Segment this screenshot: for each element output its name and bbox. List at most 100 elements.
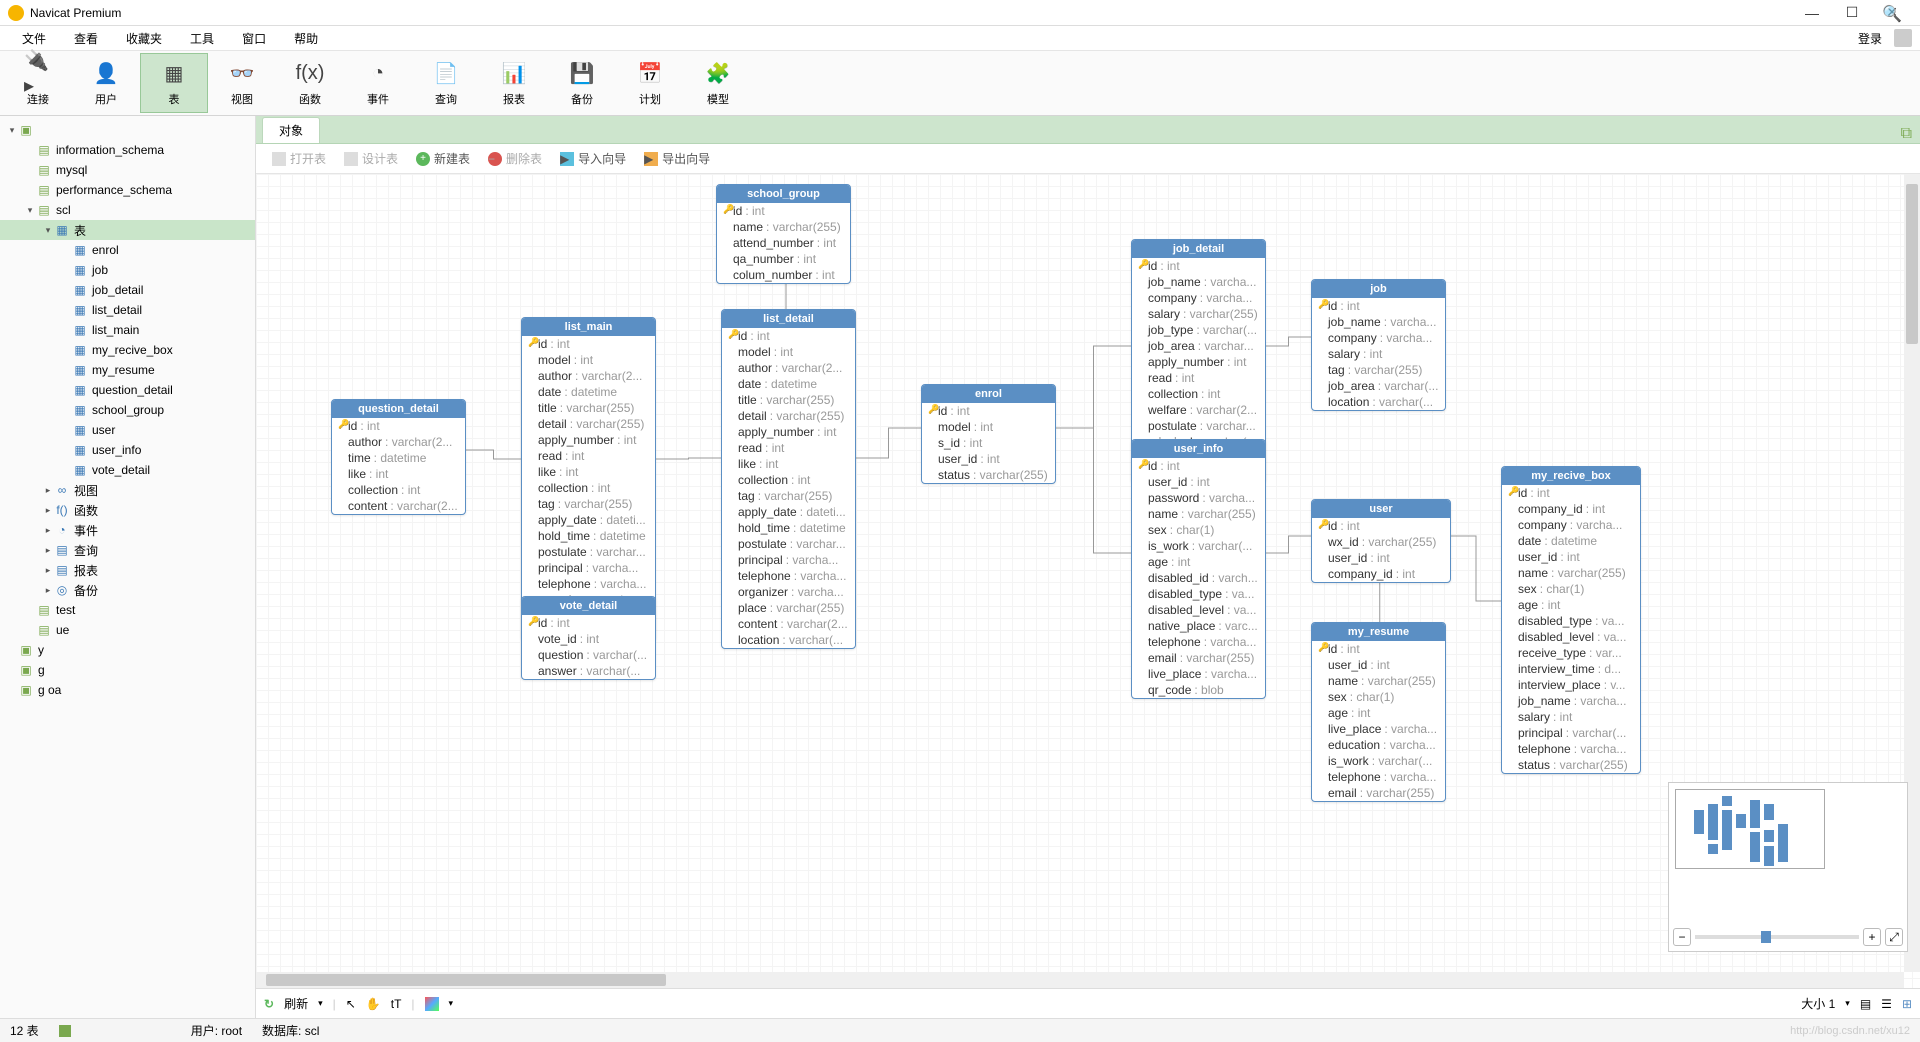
subtoolbar-new-button[interactable]: +新建表 <box>408 148 478 169</box>
tree-item-my_resume[interactable]: ▦my_resume <box>0 360 255 380</box>
entity-question_detail[interactable]: question_detail🔑id: intauthor: varchar(2… <box>331 399 466 515</box>
toolbar-view-button[interactable]: 👓视图 <box>208 53 276 113</box>
tree-arrow-icon[interactable]: ▸ <box>42 485 54 496</box>
zoom-fit-button[interactable]: ⤢ <box>1885 928 1903 946</box>
minimap-viewport[interactable] <box>1675 789 1825 869</box>
text-tool-icon[interactable]: tT <box>391 997 402 1011</box>
add-tab-icon[interactable]: ⧉ <box>1893 125 1920 143</box>
tree-item-备份[interactable]: ▸◎备份 <box>0 580 255 600</box>
refresh-label[interactable]: 刷新 <box>284 995 308 1012</box>
horizontal-scrollbar[interactable] <box>256 972 1904 988</box>
menu-5[interactable]: 帮助 <box>280 30 332 47</box>
tree-item-y[interactable]: ▣y <box>0 640 255 660</box>
toolbar-model-button[interactable]: 🧩模型 <box>684 53 752 113</box>
menu-3[interactable]: 工具 <box>176 30 228 47</box>
menu-4[interactable]: 窗口 <box>228 30 280 47</box>
refresh-dropdown-icon[interactable]: ▾ <box>318 998 323 1009</box>
toolbar-plan-button[interactable]: 📅计划 <box>616 53 684 113</box>
tree-item-函数[interactable]: ▸f()函数 <box>0 500 255 520</box>
menu-2[interactable]: 收藏夹 <box>112 30 176 47</box>
tree-arrow-icon[interactable]: ▸ <box>42 545 54 556</box>
tree-item-enrol[interactable]: ▦enrol <box>0 240 255 260</box>
entity-user_info[interactable]: user_info🔑id: intuser_id: intpassword: v… <box>1131 439 1266 699</box>
entity-job[interactable]: job🔑id: intjob_name: varcha...company: v… <box>1311 279 1446 411</box>
key-icon <box>1508 582 1518 596</box>
tree-item-root[interactable]: ▾▣ <box>0 120 255 140</box>
maximize-button[interactable]: ☐ <box>1832 4 1872 21</box>
tree-item-list_main[interactable]: ▦list_main <box>0 320 255 340</box>
zoom-slider[interactable] <box>1695 935 1859 939</box>
tree-item-user[interactable]: ▦user <box>0 420 255 440</box>
subtoolbar-export-button[interactable]: ▶导出向导 <box>636 148 718 169</box>
toolbar-query-button[interactable]: 📄查询 <box>412 53 480 113</box>
tree-item-报表[interactable]: ▸▤报表 <box>0 560 255 580</box>
tab-objects[interactable]: 对象 <box>262 117 320 143</box>
entity-enrol[interactable]: enrol🔑id: intmodel: ints_id: intuser_id:… <box>921 384 1056 484</box>
color-tool-icon[interactable] <box>425 997 439 1011</box>
tree-item-vote_detail[interactable]: ▦vote_detail <box>0 460 255 480</box>
search-icon[interactable]: 🔍 <box>1882 4 1902 24</box>
zoom-in-button[interactable]: + <box>1863 928 1881 946</box>
toolbar-table-button[interactable]: ▦表 <box>140 53 208 113</box>
refresh-icon[interactable]: ↻ <box>264 997 274 1011</box>
tree-item-job_detail[interactable]: ▦job_detail <box>0 280 255 300</box>
tree-item-查询[interactable]: ▸▤查询 <box>0 540 255 560</box>
tree-item-scl[interactable]: ▾▤scl <box>0 200 255 220</box>
view-detail-icon[interactable]: ☰ <box>1881 997 1892 1011</box>
size-dropdown-icon[interactable]: ▾ <box>1845 998 1850 1009</box>
tree-item-表[interactable]: ▾▦表 <box>0 220 255 240</box>
entity-my_resume[interactable]: my_resume🔑id: intuser_id: intname: varch… <box>1311 622 1446 802</box>
pointer-tool-icon[interactable]: ↖ <box>346 997 356 1011</box>
toolbar-backup-button[interactable]: 💾备份 <box>548 53 616 113</box>
toolbar-user-button[interactable]: 👤用户 <box>72 53 140 113</box>
tree-arrow-icon[interactable]: ▸ <box>42 525 54 536</box>
tree-item-mysql[interactable]: ▤mysql <box>0 160 255 180</box>
entity-vote_detail[interactable]: vote_detail🔑id: intvote_id: intquestion:… <box>521 596 656 680</box>
tree-item-g[interactable]: ▣g <box>0 660 255 680</box>
tree-item-ue[interactable]: ▤ue <box>0 620 255 640</box>
view-er-icon[interactable]: ⊞ <box>1902 997 1912 1011</box>
toolbar-event-button[interactable]: ◔事件 <box>344 53 412 113</box>
color-dropdown-icon[interactable]: ▾ <box>449 998 454 1009</box>
tree-item-school_group[interactable]: ▦school_group <box>0 400 255 420</box>
key-icon <box>1318 738 1328 752</box>
tree-item-information_schema[interactable]: ▤information_schema <box>0 140 255 160</box>
sidebar-tree[interactable]: ▾▣▤information_schema▤mysql▤performance_… <box>0 116 256 1018</box>
entity-my_recive_box[interactable]: my_recive_box🔑id: intcompany_id: intcomp… <box>1501 466 1641 774</box>
tree-item-list_detail[interactable]: ▦list_detail <box>0 300 255 320</box>
key-icon <box>1318 658 1328 672</box>
tree-item-user_info[interactable]: ▦user_info <box>0 440 255 460</box>
tree-item-test[interactable]: ▤test <box>0 600 255 620</box>
tree-item-视图[interactable]: ▸∞视图 <box>0 480 255 500</box>
toolbar-func-button[interactable]: f(x)函数 <box>276 53 344 113</box>
minimap[interactable]: − + ⤢ <box>1668 782 1908 952</box>
hand-tool-icon[interactable]: ✋ <box>366 997 381 1011</box>
tree-arrow-icon[interactable]: ▾ <box>6 125 18 136</box>
tree-arrow-icon[interactable]: ▾ <box>24 205 36 216</box>
toolbar-report-button[interactable]: 📊报表 <box>480 53 548 113</box>
zoom-out-button[interactable]: − <box>1673 928 1691 946</box>
tree-item-g oa[interactable]: ▣g oa <box>0 680 255 700</box>
subtoolbar-import-button[interactable]: ▶导入向导 <box>552 148 634 169</box>
tree-item-事件[interactable]: ▸◔事件 <box>0 520 255 540</box>
menu-0[interactable]: 文件 <box>8 30 60 47</box>
tree-item-my_recive_box[interactable]: ▦my_recive_box <box>0 340 255 360</box>
tree-item-job[interactable]: ▦job <box>0 260 255 280</box>
tree-item-question_detail[interactable]: ▦question_detail <box>0 380 255 400</box>
view-list-icon[interactable]: ▤ <box>1860 997 1871 1011</box>
tree-arrow-icon[interactable]: ▸ <box>42 585 54 596</box>
key-icon <box>1138 371 1148 385</box>
entity-list_detail[interactable]: list_detail🔑id: intmodel: intauthor: var… <box>721 309 856 649</box>
entity-list_main[interactable]: list_main🔑id: intmodel: intauthor: varch… <box>521 317 656 641</box>
entity-school_group[interactable]: school_group🔑id: intname: varchar(255)at… <box>716 184 851 284</box>
tree-arrow-icon[interactable]: ▸ <box>42 565 54 576</box>
login-link[interactable]: 登录 <box>1850 30 1890 47</box>
entity-user[interactable]: user🔑id: intwx_id: varchar(255)user_id: … <box>1311 499 1451 583</box>
menu-1[interactable]: 查看 <box>60 30 112 47</box>
minimize-button[interactable]: — <box>1792 5 1832 21</box>
toolbar-connect-button[interactable]: 🔌▸连接 <box>4 53 72 113</box>
tree-arrow-icon[interactable]: ▾ <box>42 225 54 236</box>
avatar-icon[interactable] <box>1894 29 1912 47</box>
tree-arrow-icon[interactable]: ▸ <box>42 505 54 516</box>
tree-item-performance_schema[interactable]: ▤performance_schema <box>0 180 255 200</box>
